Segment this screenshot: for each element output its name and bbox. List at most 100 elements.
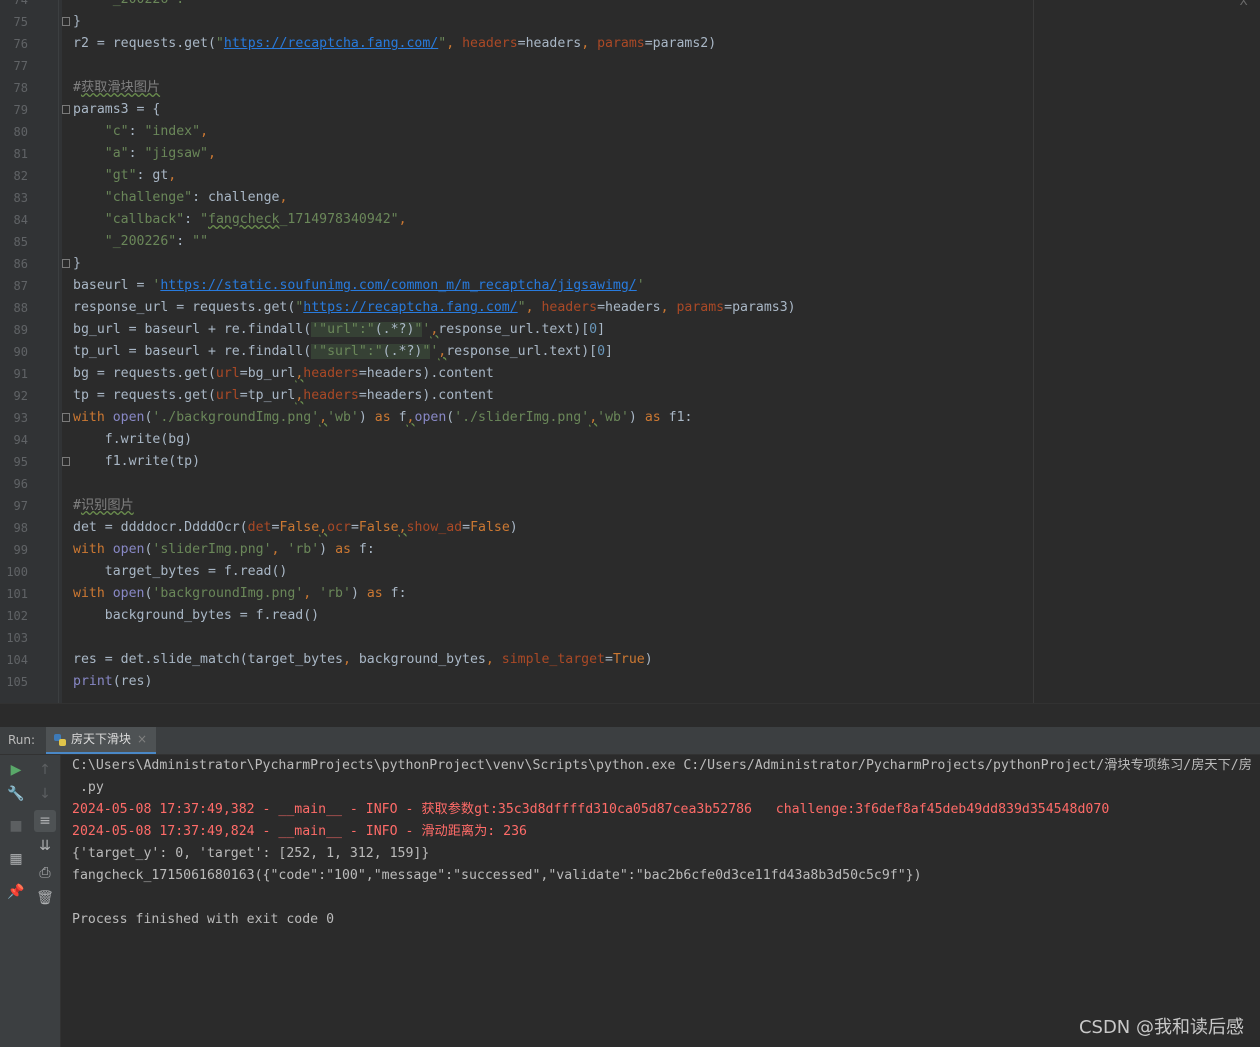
line-number[interactable]: 83 [0,187,28,209]
code-line[interactable]: 78 #获取滑块图片 [0,77,1030,99]
line-number[interactable]: 99 [0,539,28,561]
code-line[interactable]: 103 [0,627,1030,649]
code-line[interactable]: 75} [0,11,1030,33]
rerun-icon[interactable]: ▶ [5,759,27,781]
line-number[interactable]: 89 [0,319,28,341]
code-line[interactable]: 87 baseurl = 'https://static.soufunimg.co… [0,275,1030,297]
line-number[interactable]: 92 [0,385,28,407]
code-line[interactable]: 95 f1.write(tp) [0,451,1030,473]
line-number[interactable]: 105 [0,671,28,693]
code-line[interactable]: 80 "c": "index", [0,121,1030,143]
code-line[interactable]: 93 with open('./backgroundImg.png','wb') … [0,407,1030,429]
fold-marker-icon[interactable] [62,413,70,422]
line-number[interactable]: 102 [0,605,28,627]
wrench-icon[interactable]: 🔧 [5,783,27,805]
code-line[interactable]: 90 tp_url = baseurl + re.findall('"surl":… [0,341,1030,363]
line-number[interactable]: 76 [0,33,28,55]
code-token: " [438,36,447,51]
trash-icon[interactable]: 🗑 [34,887,56,909]
line-number[interactable]: 100 [0,561,28,583]
line-number[interactable]: 82 [0,165,28,187]
line-number[interactable]: 94 [0,429,28,451]
code-line[interactable]: 85 "_200226": "" [0,231,1030,253]
code-line[interactable]: 84 "callback": "fangcheck_1714978340942"… [0,209,1030,231]
code-token: "a" [104,146,129,161]
code-line[interactable]: 79 params3 = { [0,99,1030,121]
code-token: , [319,520,328,535]
fold-marker-icon[interactable] [62,457,70,466]
stop-icon[interactable]: ■ [5,815,27,837]
line-number[interactable]: 81 [0,143,28,165]
line-number[interactable]: 103 [0,627,28,649]
code-line[interactable]: 98 det = ddddocr.DdddOcr(det=False,ocr=Fa… [0,517,1030,539]
code-line[interactable]: 102 background_bytes = f.read() [0,605,1030,627]
line-number[interactable]: 86 [0,253,28,275]
line-number[interactable]: 91 [0,363,28,385]
python-icon [54,734,66,746]
line-number[interactable]: 88 [0,297,28,319]
fold-marker-icon[interactable] [62,17,70,26]
print-icon[interactable]: ⎙ [34,862,56,884]
layout-icon[interactable]: ▦ [5,848,27,870]
code-line[interactable]: 91 bg = requests.get(url=bg_url,headers=h… [0,363,1030,385]
line-number[interactable]: 77 [0,55,28,77]
code-editor[interactable]: ⅄ 74 "_200226":75}76r2 = requests.get("h… [0,0,1260,703]
line-number[interactable]: 85 [0,231,28,253]
line-number[interactable]: 90 [0,341,28,363]
code-line[interactable]: 94 f.write(bg) [0,429,1030,451]
line-number[interactable]: 78 [0,77,28,99]
console-output[interactable]: C:\Users\Administrator\PycharmProjects\p… [61,755,1260,1047]
code-line[interactable]: 81 "a": "jigsaw", [0,143,1030,165]
code-line[interactable]: 100 target_bytes = f.read() [0,561,1030,583]
code-token: = [350,520,359,535]
code-line[interactable]: 86} [0,253,1030,275]
pin-icon[interactable]: 📌 [5,881,27,903]
code-text: res = det.slide_match(target_bytes, back… [73,649,653,671]
code-line[interactable]: 74 "_200226": [0,0,1030,11]
code-token: =headers [597,300,661,315]
line-number[interactable]: 74 [0,0,28,11]
inspection-indicator-icon[interactable]: ⅄ [1240,0,1254,10]
line-number[interactable]: 80 [0,121,28,143]
code-token: , [525,300,542,315]
fold-marker-icon[interactable] [62,105,70,114]
code-line[interactable]: 105 print(res) [0,671,1030,693]
code-line[interactable]: 82 "gt": gt, [0,165,1030,187]
code-token: url [215,366,240,381]
panel-divider[interactable] [0,703,1260,728]
code-line[interactable]: 96 [0,473,1030,495]
line-number[interactable]: 95 [0,451,28,473]
soft-wrap-icon[interactable]: ≡ [34,810,56,832]
line-number[interactable]: 87 [0,275,28,297]
code-line[interactable]: 88 response_url = requests.get("https://r… [0,297,1030,319]
code-line[interactable]: 89 bg_url = baseurl + re.findall('"url":"… [0,319,1030,341]
down-arrow-icon[interactable]: ↓ [34,783,56,805]
console-line: Process finished with exit code 0 [72,912,335,927]
code-token: response_url.text)[ [446,344,598,359]
line-number[interactable]: 98 [0,517,28,539]
line-number[interactable]: 104 [0,649,28,671]
up-arrow-icon[interactable]: ↑ [34,759,56,781]
line-number[interactable]: 93 [0,407,28,429]
line-number[interactable]: 96 [0,473,28,495]
close-icon[interactable]: × [137,727,147,752]
code-line[interactable]: 76 r2 = requests.get("https://recaptcha.f… [0,33,1030,55]
line-number[interactable]: 101 [0,583,28,605]
code-line[interactable]: 99 with open('sliderImg.png', 'rb') as f: [0,539,1030,561]
line-number[interactable]: 75 [0,11,28,33]
code-line[interactable]: 101 with open('backgroundImg.png', 'rb') … [0,583,1030,605]
code-line[interactable]: 104 res = det.slide_match(target_bytes, b… [0,649,1030,671]
scroll-to-end-icon[interactable]: ⇊ [34,835,56,857]
code-token: : [176,234,193,249]
line-number[interactable]: 97 [0,495,28,517]
line-number[interactable]: 84 [0,209,28,231]
code-line[interactable]: 97 #识别图片 [0,495,1030,517]
code-line[interactable]: 77 [0,55,1030,77]
code-line[interactable]: 83 "challenge": challenge, [0,187,1030,209]
code-line[interactable]: 92 tp = requests.get(url=tp_url,headers=h… [0,385,1030,407]
run-tab[interactable]: 房天下滑块 × [46,727,156,754]
line-number[interactable]: 79 [0,99,28,121]
fold-marker-icon[interactable] [62,259,70,268]
code-token: f1: [668,410,693,425]
code-token: : [128,146,145,161]
